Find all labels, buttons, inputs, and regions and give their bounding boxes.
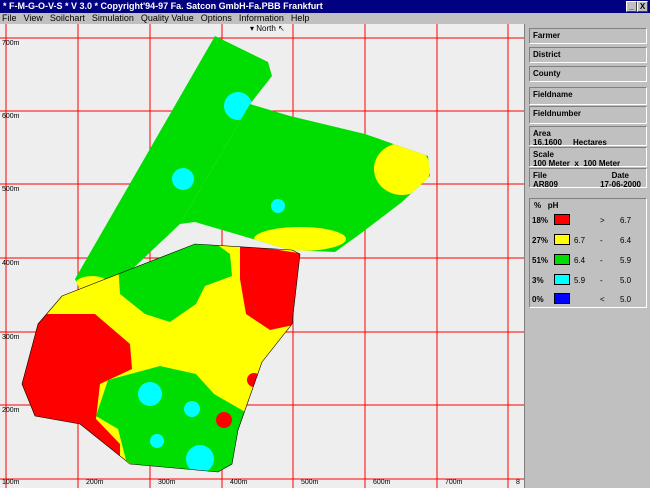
- minimize-button[interactable]: _: [626, 1, 637, 12]
- legend-swatch: [554, 254, 570, 265]
- legend-row: 51% 6.4 - 5.9: [530, 252, 646, 268]
- date-label: Date: [611, 171, 629, 180]
- menu-information[interactable]: Information: [239, 13, 284, 24]
- fieldnumber-label: Fieldnumber: [533, 109, 582, 118]
- file-date-box: File Date AR809 17-06-2000: [529, 168, 647, 189]
- legend-operator: -: [600, 276, 603, 285]
- info-panel: Farmer District County Fieldname Fieldnu…: [524, 24, 650, 488]
- legend-operator: -: [600, 236, 603, 245]
- menu-help[interactable]: Help: [291, 13, 310, 24]
- x-tick: 700m: [445, 479, 463, 486]
- legend-value-from: 6.7: [574, 236, 586, 245]
- fieldnumber-box[interactable]: Fieldnumber: [529, 106, 647, 124]
- legend-pct: 27%: [532, 236, 549, 245]
- legend-swatch: [554, 214, 570, 225]
- area-box: Area 16.1600 Hectares: [529, 126, 647, 147]
- menu-view[interactable]: View: [24, 13, 43, 24]
- district-box[interactable]: District: [529, 47, 647, 63]
- x-tick: 500m: [301, 479, 319, 486]
- menu-simulation[interactable]: Simulation: [92, 13, 134, 24]
- y-tick: 100m: [2, 479, 20, 486]
- county-box[interactable]: County: [529, 66, 647, 82]
- area-label: Area: [533, 129, 551, 138]
- menu-soilchart[interactable]: Soilchart: [50, 13, 85, 24]
- y-tick: 200m: [2, 407, 20, 414]
- legend-pct: 0%: [532, 295, 544, 304]
- x-tick: 8: [516, 479, 520, 486]
- scale-value: 100 Meter x 100 Meter: [533, 159, 621, 168]
- legend-value-from: 6.4: [574, 256, 586, 265]
- x-tick: 200m: [86, 479, 104, 486]
- y-tick: 400m: [2, 260, 20, 267]
- fieldname-box[interactable]: Fieldname: [529, 87, 647, 105]
- file-label: File: [533, 171, 547, 180]
- menu-quality-value[interactable]: Quality Value: [141, 13, 194, 24]
- scale-label: Scale: [533, 150, 554, 159]
- legend-value-to: 5.0: [620, 295, 632, 304]
- area-value: 16.1600 Hectares: [533, 138, 607, 147]
- y-tick: 600m: [2, 113, 20, 120]
- district-label: District: [533, 50, 561, 59]
- menu-bar: File View Soilchart Simulation Quality V…: [0, 13, 650, 24]
- y-tick: 700m: [2, 40, 20, 47]
- window-title: * F-M-G-O-V-S * V 3.0 * Copyright'94-97 …: [3, 1, 323, 11]
- title-bar: * F-M-G-O-V-S * V 3.0 * Copyright'94-97 …: [0, 0, 650, 13]
- legend-operator: >: [600, 216, 605, 225]
- x-tick: 400m: [230, 479, 248, 486]
- menu-file[interactable]: File: [2, 13, 17, 24]
- county-label: County: [533, 69, 561, 78]
- legend-header: % pH: [534, 201, 559, 210]
- ph-legend: % pH 18% > 6.7 27% 6.7 - 6.4 51% 6.4 - 5…: [529, 198, 647, 308]
- legend-pct: 18%: [532, 216, 549, 225]
- x-tick: 600m: [373, 479, 391, 486]
- legend-value-to: 5.0: [620, 276, 632, 285]
- legend-row: 27% 6.7 - 6.4: [530, 232, 646, 248]
- legend-swatch: [554, 274, 570, 285]
- farmer-label: Farmer: [533, 31, 561, 40]
- legend-pct: 3%: [532, 276, 544, 285]
- y-tick: 300m: [2, 334, 20, 341]
- close-button[interactable]: X: [637, 1, 648, 12]
- north-label: North: [256, 24, 276, 33]
- x-tick: 300m: [158, 479, 176, 486]
- field-map[interactable]: ▾ North ↖ 700m 600m 500m 400m 300m 200m …: [0, 24, 524, 488]
- legend-value-from: 5.9: [574, 276, 586, 285]
- file-value: AR809: [533, 180, 558, 189]
- scale-box: Scale 100 Meter x 100 Meter: [529, 147, 647, 168]
- window-controls: _ X: [626, 1, 648, 12]
- north-indicator: ▾ North ↖: [248, 24, 287, 33]
- legend-row: 0% < 5.0: [530, 291, 646, 307]
- fieldname-label: Fieldname: [533, 90, 573, 99]
- field-map-canvas: [0, 24, 524, 488]
- y-tick: 500m: [2, 186, 20, 193]
- legend-operator: -: [600, 256, 603, 265]
- legend-swatch: [554, 293, 570, 304]
- main-field: [22, 244, 300, 472]
- legend-value-to: 5.9: [620, 256, 632, 265]
- legend-operator: <: [600, 295, 605, 304]
- legend-row: 3% 5.9 - 5.0: [530, 272, 646, 288]
- legend-row: 18% > 6.7: [530, 212, 646, 228]
- legend-value-to: 6.7: [620, 216, 632, 225]
- legend-swatch: [554, 234, 570, 245]
- menu-options[interactable]: Options: [201, 13, 232, 24]
- legend-value-to: 6.4: [620, 236, 632, 245]
- date-value: 17-06-2000: [600, 180, 641, 189]
- farmer-box[interactable]: Farmer: [529, 28, 647, 44]
- legend-pct: 51%: [532, 256, 549, 265]
